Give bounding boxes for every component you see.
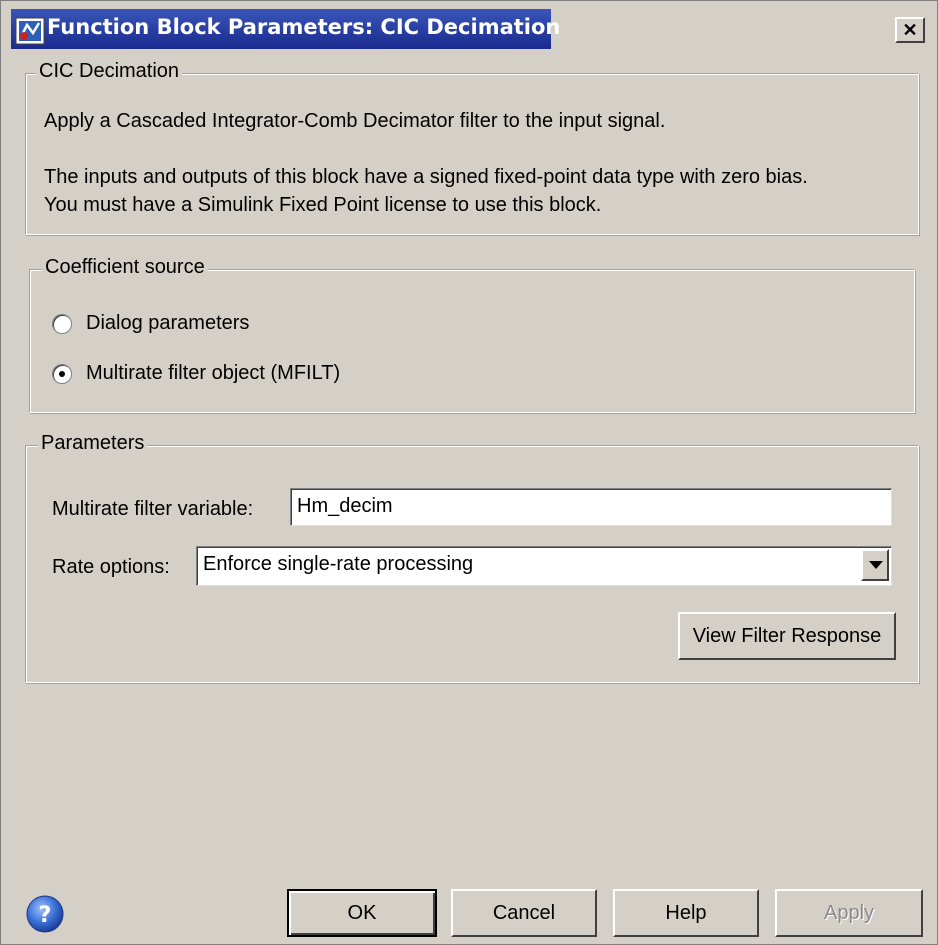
coefficient-source-group-title: Coefficient source bbox=[42, 256, 208, 279]
radio-button-unselected[interactable] bbox=[52, 314, 72, 334]
radio-dialog-parameters[interactable]: Dialog parameters bbox=[50, 312, 310, 340]
description-group: CIC Decimation Apply a Cascaded Integrat… bbox=[25, 60, 919, 235]
description-group-title: CIC Decimation bbox=[36, 60, 183, 83]
coefficient-source-group: Coefficient source Dialog parameters Mul… bbox=[29, 256, 915, 413]
description-line-3: You must have a Simulink Fixed Point lic… bbox=[44, 194, 602, 216]
chevron-down-icon[interactable] bbox=[861, 549, 889, 581]
parameters-group: Parameters Multirate filter variable: Hm… bbox=[25, 432, 919, 683]
ok-label: OK bbox=[347, 901, 377, 924]
radio-label-dialog-parameters: Dialog parameters bbox=[86, 312, 250, 334]
filter-variable-label: Multirate filter variable: bbox=[52, 498, 254, 520]
description-line-1: Apply a Cascaded Integrator-Comb Decimat… bbox=[44, 110, 666, 132]
close-icon: ✕ bbox=[902, 20, 918, 40]
close-button[interactable]: ✕ bbox=[895, 17, 925, 43]
description-line-2: The inputs and outputs of this block hav… bbox=[44, 166, 808, 188]
radio-multirate-filter-object[interactable]: Multirate filter object (MFILT) bbox=[50, 362, 410, 390]
apply-button[interactable]: Apply bbox=[775, 889, 923, 937]
help-button[interactable]: Help bbox=[613, 889, 759, 937]
dialog-window: Function Block Parameters: CIC Decimatio… bbox=[0, 0, 938, 945]
help-label: Help bbox=[665, 901, 707, 924]
cancel-label: Cancel bbox=[492, 901, 556, 924]
rate-options-value: Enforce single-rate processing bbox=[203, 553, 474, 575]
radio-button-selected[interactable] bbox=[52, 364, 72, 384]
filter-variable-value: Hm_decim bbox=[297, 495, 393, 517]
filter-variable-input[interactable]: Hm_decim bbox=[290, 488, 892, 526]
title-bar-content: Function Block Parameters: CIC Decimatio… bbox=[11, 9, 929, 51]
ok-button[interactable]: OK bbox=[287, 889, 437, 937]
view-filter-response-label: View Filter Response bbox=[692, 624, 882, 647]
apply-label: Apply bbox=[823, 901, 875, 924]
rate-options-dropdown[interactable]: Enforce single-rate processing bbox=[196, 546, 892, 586]
window-title: Function Block Parameters: CIC Decimatio… bbox=[47, 15, 561, 39]
rate-options-label: Rate options: bbox=[52, 556, 170, 578]
cancel-button[interactable]: Cancel bbox=[451, 889, 597, 937]
view-filter-response-button[interactable]: View Filter Response bbox=[678, 612, 896, 660]
radio-label-multirate-filter-object: Multirate filter object (MFILT) bbox=[86, 362, 341, 384]
radio-selected-dot bbox=[59, 371, 65, 377]
help-question-icon[interactable]: ? bbox=[25, 894, 65, 934]
svg-text:?: ? bbox=[39, 903, 52, 928]
simulink-app-icon bbox=[15, 17, 45, 45]
parameters-group-title: Parameters bbox=[38, 432, 148, 455]
